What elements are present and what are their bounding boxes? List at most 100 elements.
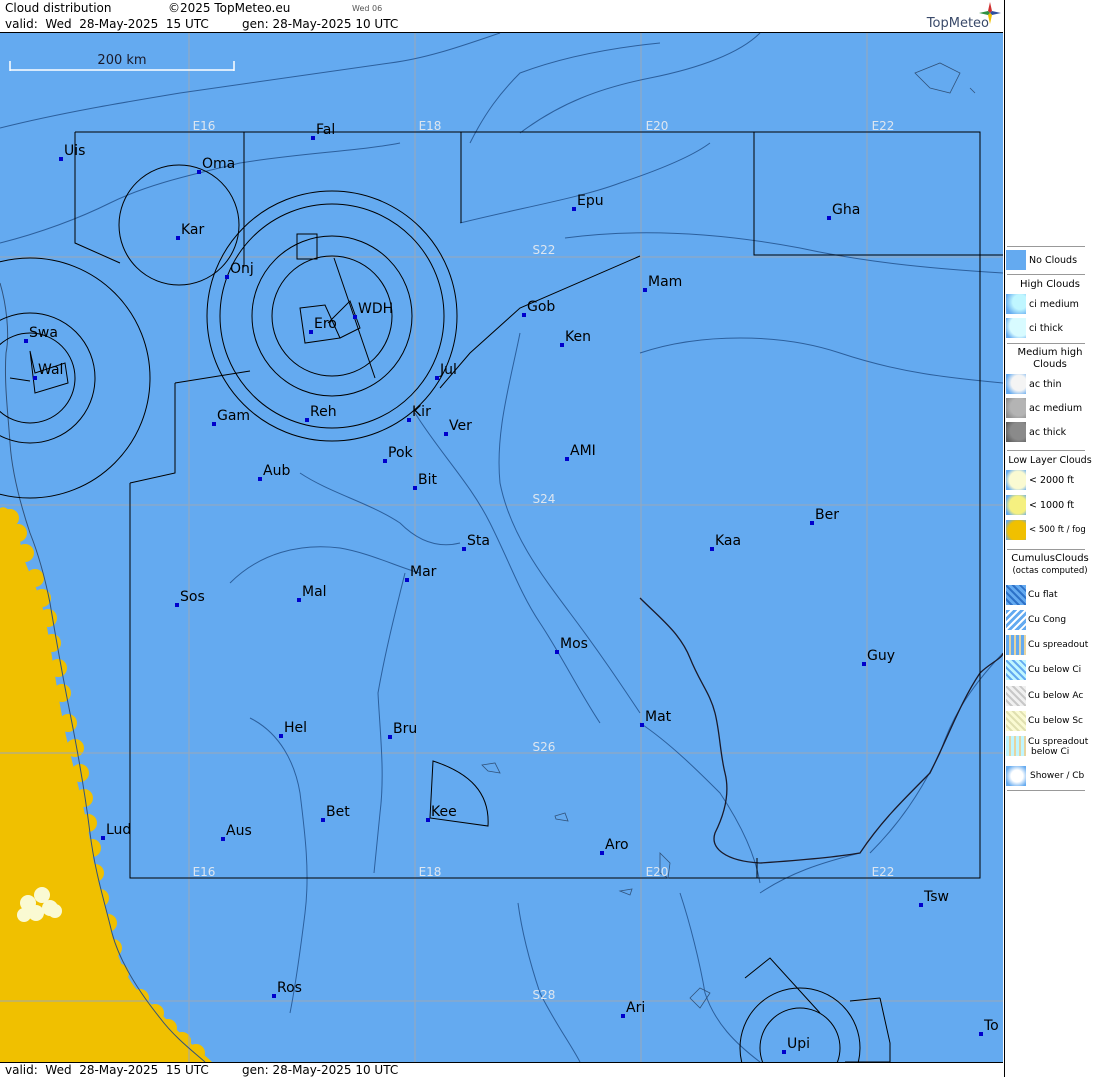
place-label: Ero <box>314 316 337 332</box>
cu-below-ci-label: Cu below Ci <box>1028 665 1082 675</box>
place-kar[interactable]: Kar <box>176 222 205 240</box>
medium-clouds-heading: Medium high Clouds <box>1007 347 1093 371</box>
place-label: Gam <box>217 408 250 424</box>
place-upi[interactable]: Upi <box>782 1036 810 1054</box>
place-marker <box>600 851 604 855</box>
place-marker <box>444 432 448 436</box>
place-mam[interactable]: Mam <box>643 274 682 292</box>
place-label: Aro <box>605 837 629 853</box>
place-pok[interactable]: Pok <box>383 445 414 463</box>
ac-thin-label: ac thin <box>1029 379 1062 390</box>
place-mal[interactable]: Mal <box>297 584 327 602</box>
place-label: Bit <box>418 472 437 488</box>
high-clouds-heading: High Clouds <box>1020 279 1080 290</box>
place-ken[interactable]: Ken <box>560 329 591 347</box>
place-sta[interactable]: Sta <box>462 533 490 551</box>
place-sos[interactable]: Sos <box>175 589 205 607</box>
ci-thick-label: ci thick <box>1029 323 1063 334</box>
place-label: Lud <box>106 822 131 838</box>
place-label: Ken <box>565 329 591 345</box>
place-marker <box>212 422 216 426</box>
cu-below-ci-swatch <box>1006 660 1026 680</box>
place-ami[interactable]: AMI <box>565 443 596 461</box>
place-lud[interactable]: Lud <box>101 822 131 840</box>
place-onj[interactable]: Onj <box>225 261 254 279</box>
valid-time: valid: Wed 28-May-2025 15 UTC <box>5 17 209 31</box>
place-bru[interactable]: Bru <box>388 721 417 739</box>
place-label: AMI <box>570 443 596 459</box>
footer-valid-time: valid: Wed 28-May-2025 15 UTC <box>5 1063 209 1077</box>
place-marker <box>710 547 714 551</box>
place-marker <box>643 288 647 292</box>
place-kaa[interactable]: Kaa <box>710 533 741 551</box>
place-wal[interactable]: Wal <box>33 362 63 380</box>
place-ber[interactable]: Ber <box>810 507 839 525</box>
place-guy[interactable]: Guy <box>862 648 895 666</box>
place-label: Ros <box>277 980 302 996</box>
place-marker <box>827 216 831 220</box>
cloud-map[interactable]: 200 km E16 E18 E20 E22 E16 E18 E20 E22 S22 S24 S26… <box>0 33 1003 1062</box>
map-footer: valid: Wed 28-May-2025 15 UTC gen: 28-Ma… <box>0 1062 1003 1078</box>
place-label: Mat <box>645 709 672 725</box>
lat-label: S24 <box>533 492 556 506</box>
cumulus-heading: CumulusClouds (octas computed) <box>1007 553 1093 577</box>
lon-label-top: E22 <box>872 119 895 133</box>
place-wdh[interactable]: WDH <box>353 301 393 319</box>
place-marker <box>311 136 315 140</box>
place-label: Kee <box>431 804 457 820</box>
place-marker <box>59 157 63 161</box>
place-mat[interactable]: Mat <box>640 709 672 727</box>
place-ver[interactable]: Ver <box>444 418 472 436</box>
place-reh[interactable]: Reh <box>305 404 337 422</box>
place-epu[interactable]: Epu <box>572 193 604 211</box>
cu-spreadout-below-ci-line2: below Ci <box>1031 747 1070 757</box>
place-tsw[interactable]: Tsw <box>919 889 949 907</box>
medium-clouds-heading-line1: Medium high <box>1017 347 1083 358</box>
place-label: Hel <box>284 720 307 736</box>
ac-medium-swatch <box>1006 398 1026 418</box>
place-label: To <box>983 1018 999 1034</box>
place-marker <box>383 459 387 463</box>
place-marker <box>572 207 576 211</box>
place-mar[interactable]: Mar <box>405 564 437 582</box>
place-label: Kir <box>412 404 431 420</box>
place-label: Uis <box>64 143 85 159</box>
place-ero[interactable]: Ero <box>309 316 337 334</box>
low-500-swatch <box>1006 520 1026 540</box>
forecast-step: Wed 06 <box>352 4 383 13</box>
cumulus-heading-line2: (octas computed) <box>1012 566 1088 576</box>
place-marker <box>555 650 559 654</box>
place-ros[interactable]: Ros <box>272 980 302 998</box>
place-marker <box>175 603 179 607</box>
place-marker <box>321 818 325 822</box>
place-label: Gob <box>527 299 555 315</box>
place-oma[interactable]: Oma <box>197 156 235 174</box>
place-aub[interactable]: Aub <box>258 463 290 481</box>
place-gha[interactable]: Gha <box>827 202 860 220</box>
place-marker <box>413 486 417 490</box>
ci-medium-label: ci medium <box>1029 299 1079 310</box>
low-clouds-heading: Low Layer Clouds <box>1008 455 1092 466</box>
place-label: Kar <box>181 222 205 238</box>
low-1000-label: < 1000 ft <box>1029 500 1075 511</box>
map-header: Cloud distribution ©2025 TopMeteo.eu Wed… <box>0 0 1003 33</box>
place-marker <box>862 662 866 666</box>
legend-separator <box>1007 343 1085 344</box>
place-label: Ver <box>449 418 472 434</box>
place-hel[interactable]: Hel <box>279 720 307 738</box>
ac-thin-swatch <box>1006 374 1026 394</box>
place-swa[interactable]: Swa <box>24 325 58 343</box>
place-label: Tsw <box>923 889 949 905</box>
place-gam[interactable]: Gam <box>212 408 250 426</box>
place-kee[interactable]: Kee <box>426 804 457 822</box>
place-aro[interactable]: Aro <box>600 837 629 855</box>
place-gob[interactable]: Gob <box>522 299 555 317</box>
shower-swatch <box>1006 766 1026 786</box>
place-marker <box>621 1014 625 1018</box>
place-bet[interactable]: Bet <box>321 804 350 822</box>
place-aus[interactable]: Aus <box>221 823 252 841</box>
place-marker <box>979 1032 983 1036</box>
place-marker <box>272 994 276 998</box>
place-mos[interactable]: Mos <box>555 636 588 654</box>
cu-spreadout-below-ci-swatch <box>1006 736 1026 756</box>
